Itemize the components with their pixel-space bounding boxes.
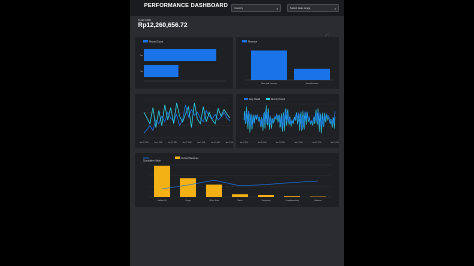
category-label: Office Sole (209, 200, 220, 202)
bar (180, 178, 196, 197)
bar (154, 165, 170, 197)
category-label: Yes (140, 55, 143, 57)
record-count-bar-chart: Record Count Yes No (140, 40, 226, 82)
revenue-bar-chart: Revenue Returned Invoices Good Invoices (242, 40, 334, 85)
series-line (143, 102, 231, 128)
chevron-down-icon: ▾ (334, 7, 336, 11)
bar (284, 196, 300, 197)
legend-label: Cumulative Value (143, 160, 162, 163)
bar (232, 194, 248, 197)
date-range-dropdown[interactable]: Select date range ▾ (287, 4, 339, 12)
category-label: Drape (185, 200, 191, 202)
bar (144, 65, 179, 77)
x-tick-label: Jan 10, 2011 (330, 142, 339, 144)
category-label: Good Invoices (306, 83, 319, 85)
x-tick-label: Jan 1, 2011 (240, 142, 248, 144)
revenue-combo-chart: Cumulative Value Current Revenue Golden Fi… (143, 156, 331, 202)
dashboard-app: PERFORMANCE DASHBOARD Country ▾ Select d… (130, 0, 344, 266)
legend-label: Record Count (271, 98, 286, 101)
category-label: Complimentary (285, 199, 298, 202)
x-tick-label: Jan 7, 2011 (294, 142, 302, 144)
bar (294, 68, 330, 80)
dashboard-header: PERFORMANCE DASHBOARD Country ▾ Select d… (130, 0, 344, 16)
series-line (243, 105, 336, 134)
legend-swatch (244, 98, 248, 100)
category-label: No (140, 71, 143, 73)
x-tick-label: Jan 21, 2011 (211, 142, 220, 144)
record-count-panel: Record Count Yes No (135, 37, 233, 89)
legend-swatch (143, 40, 148, 43)
bar (258, 195, 274, 197)
x-tick-label: Jan 7, 2011 (197, 142, 205, 144)
x-tick-label: Jan 27, 2011 (276, 142, 285, 144)
legend-label: Avg. Retail (249, 98, 261, 101)
x-tick-label: Jan 1, 2011 (154, 142, 162, 144)
x-tick-label: Jan 27, 2011 (182, 142, 191, 144)
category-label: Returned Invoices (261, 82, 277, 85)
category-label: Corporate (262, 199, 272, 202)
x-tick-label: Jan 15, 2011 (168, 142, 177, 144)
legend-swatch (242, 40, 247, 43)
x-tick-label: Jan 10, 2011 (225, 142, 233, 144)
x-tick-label: Jan 15, 2011 (258, 142, 267, 144)
trend-line-chart: Jan 14, 2011 Jan 1, 2011 Jan 15, 2011 Jan 2… (139, 99, 235, 144)
bar (144, 49, 217, 61)
date-range-value: Select date range (290, 7, 311, 10)
category-label: Autumn (315, 199, 322, 202)
country-filter-value: Country (234, 7, 244, 10)
retail-line-chart: Avg. Retail Record Count Jan 1, 2011 Jan 15… (240, 98, 340, 144)
chevron-down-icon: ▾ (276, 7, 278, 11)
page-title: PERFORMANCE DASHBOARD (144, 3, 228, 9)
category-label: Golden Fit (157, 199, 167, 202)
trend-line-panel: Jan 14, 2011 Jan 1, 2011 Jan 15, 2011 Jan 2… (135, 94, 235, 148)
x-tick-label: Jan 14, 2011 (139, 142, 148, 144)
legend-label: Current Revenue (181, 157, 199, 160)
legend-label: Record Count (149, 40, 164, 43)
series-line (143, 104, 231, 134)
bar (251, 50, 287, 80)
kpi-value: Rp12,260,656.72 (138, 22, 188, 29)
legend-label: Revenue (248, 41, 258, 43)
x-tick-label: Jan 21, 2011 (312, 142, 321, 144)
revenue-combo-panel: Cumulative Value Current Revenue Golden Fi… (135, 153, 339, 207)
retail-line-panel: Avg. Retail Record Count Jan 1, 2011 Jan 15… (236, 94, 340, 148)
revenue-panel: Revenue Returned Invoices Good Invoices (236, 37, 339, 89)
category-label: Neon (238, 200, 243, 202)
country-filter-dropdown[interactable]: Country ▾ (231, 4, 281, 12)
legend-swatch (266, 98, 270, 100)
legend-swatch (175, 156, 180, 159)
bar (206, 184, 222, 197)
